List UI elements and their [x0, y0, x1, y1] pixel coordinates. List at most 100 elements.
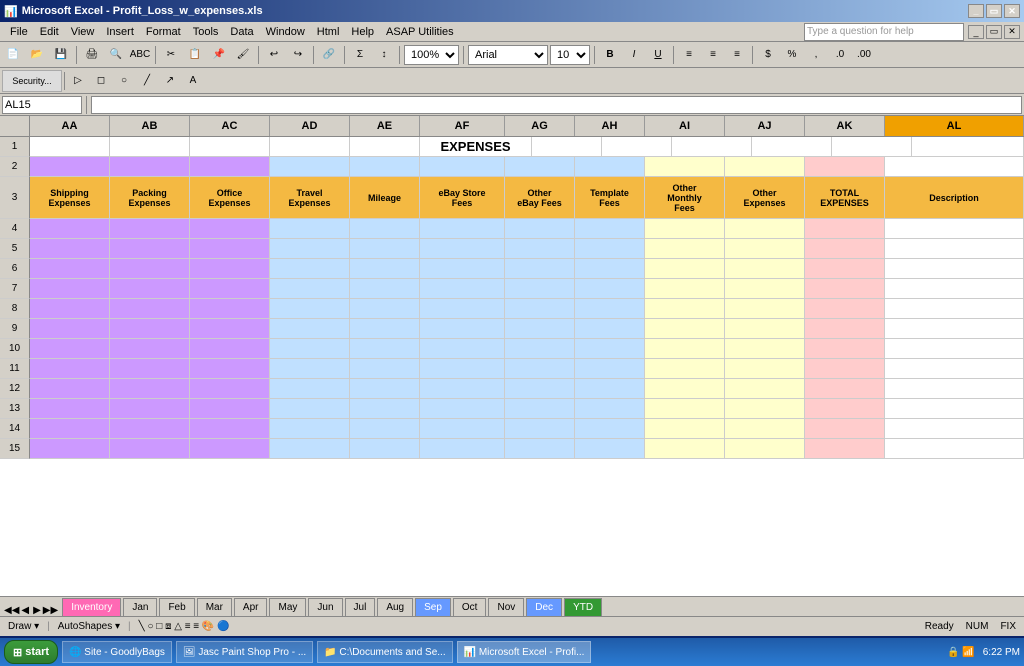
cell-AE14[interactable]: [350, 419, 420, 439]
cell-AD6[interactable]: [270, 259, 350, 279]
cell-AF10[interactable]: [420, 339, 505, 359]
cell-AJ7[interactable]: [725, 279, 805, 299]
cell-AG10[interactable]: [505, 339, 575, 359]
name-box[interactable]: AL15: [2, 96, 82, 114]
tab-sep[interactable]: Sep: [415, 598, 451, 616]
col-header-AK[interactable]: AK: [805, 116, 885, 136]
cell-AJ8[interactable]: [725, 299, 805, 319]
menu-html[interactable]: Html: [311, 24, 346, 40]
cell-AG14[interactable]: [505, 419, 575, 439]
cell-AE12[interactable]: [350, 379, 420, 399]
cell-AA11[interactable]: [30, 359, 110, 379]
ask-question-box[interactable]: Type a question for help: [804, 23, 964, 41]
col-header-AD[interactable]: AD: [270, 116, 350, 136]
cell-AA13[interactable]: [30, 399, 110, 419]
percent-button[interactable]: %: [781, 44, 803, 66]
cell-AK5[interactable]: [805, 239, 885, 259]
app-minimize-button[interactable]: _: [968, 25, 984, 39]
cell-AI8[interactable]: [645, 299, 725, 319]
cell-AJ2[interactable]: [725, 157, 805, 177]
col-header-AB[interactable]: AB: [110, 116, 190, 136]
cell-AI13[interactable]: [645, 399, 725, 419]
new-button[interactable]: 📄: [2, 44, 24, 66]
cell-AH12[interactable]: [575, 379, 645, 399]
font-select[interactable]: Arial: [468, 45, 548, 65]
underline-button[interactable]: U: [647, 44, 669, 66]
minimize-button[interactable]: _: [968, 4, 984, 18]
increase-decimal-button[interactable]: .0: [829, 44, 851, 66]
cell-AC14[interactable]: [190, 419, 270, 439]
cell-AE1[interactable]: [350, 137, 420, 157]
cell-AI1[interactable]: [672, 137, 752, 157]
cell-AG2[interactable]: [505, 157, 575, 177]
cell-AF7[interactable]: [420, 279, 505, 299]
menu-asap[interactable]: ASAP Utilities: [380, 24, 460, 40]
cell-AE7[interactable]: [350, 279, 420, 299]
cell-AC13[interactable]: [190, 399, 270, 419]
cell-AF1-title[interactable]: EXPENSES: [420, 137, 532, 157]
cell-AA8[interactable]: [30, 299, 110, 319]
col-header-AH[interactable]: AH: [575, 116, 645, 136]
tab-mar[interactable]: Mar: [197, 598, 232, 616]
cell-AF3-ebay-store[interactable]: eBay StoreFees: [420, 177, 505, 219]
zoom-select[interactable]: 100% 75% 50%: [404, 45, 459, 65]
cell-AD14[interactable]: [270, 419, 350, 439]
cell-AB9[interactable]: [110, 319, 190, 339]
cell-AK13[interactable]: [805, 399, 885, 419]
bold-button[interactable]: B: [599, 44, 621, 66]
menu-file[interactable]: File: [4, 24, 34, 40]
cell-AK11[interactable]: [805, 359, 885, 379]
tab-ytd[interactable]: YTD: [564, 598, 602, 616]
print-button[interactable]: 🖨: [81, 44, 103, 66]
cell-AD9[interactable]: [270, 319, 350, 339]
cell-AI2[interactable]: [645, 157, 725, 177]
cell-AG12[interactable]: [505, 379, 575, 399]
font-size-select[interactable]: 10: [550, 45, 590, 65]
copy-button[interactable]: 📋: [184, 44, 206, 66]
cell-AG15[interactable]: [505, 439, 575, 459]
cell-AG1[interactable]: [532, 137, 602, 157]
cell-AJ13[interactable]: [725, 399, 805, 419]
cell-AG7[interactable]: [505, 279, 575, 299]
cell-AI5[interactable]: [645, 239, 725, 259]
app-close-button[interactable]: ✕: [1004, 25, 1020, 39]
draw-btn-2[interactable]: ◻: [90, 70, 112, 92]
cell-AK10[interactable]: [805, 339, 885, 359]
comma-button[interactable]: ,: [805, 44, 827, 66]
cell-AE10[interactable]: [350, 339, 420, 359]
cell-AH15[interactable]: [575, 439, 645, 459]
cell-AH1[interactable]: [602, 137, 672, 157]
cell-AK3-total[interactable]: TOTALEXPENSES: [805, 177, 885, 219]
cell-AA6[interactable]: [30, 259, 110, 279]
cell-AF8[interactable]: [420, 299, 505, 319]
save-button[interactable]: 💾: [50, 44, 72, 66]
cell-AL6[interactable]: [885, 259, 1024, 279]
cell-AA7[interactable]: [30, 279, 110, 299]
cell-AI15[interactable]: [645, 439, 725, 459]
cell-AH2[interactable]: [575, 157, 645, 177]
cell-AG9[interactable]: [505, 319, 575, 339]
cell-AB1[interactable]: [110, 137, 190, 157]
cell-AF13[interactable]: [420, 399, 505, 419]
sort-asc-button[interactable]: ↕: [373, 44, 395, 66]
cell-AL15[interactable]: [885, 439, 1024, 459]
cell-AC15[interactable]: [190, 439, 270, 459]
menu-window[interactable]: Window: [260, 24, 311, 40]
cell-AL1[interactable]: [912, 137, 1024, 157]
cell-AH6[interactable]: [575, 259, 645, 279]
cell-AI11[interactable]: [645, 359, 725, 379]
col-header-AC[interactable]: AC: [190, 116, 270, 136]
cell-AJ6[interactable]: [725, 259, 805, 279]
tab-nov[interactable]: Nov: [488, 598, 524, 616]
cut-button[interactable]: ✂: [160, 44, 182, 66]
cell-AE3-mileage[interactable]: Mileage: [350, 177, 420, 219]
cell-AD5[interactable]: [270, 239, 350, 259]
cell-AD1[interactable]: [270, 137, 350, 157]
cell-AI4[interactable]: [645, 219, 725, 239]
cell-AE5[interactable]: [350, 239, 420, 259]
cell-AG6[interactable]: [505, 259, 575, 279]
cell-AE2[interactable]: [350, 157, 420, 177]
align-center-button[interactable]: ≡: [702, 44, 724, 66]
tab-feb[interactable]: Feb: [159, 598, 194, 616]
app-restore-button[interactable]: ▭: [986, 25, 1002, 39]
